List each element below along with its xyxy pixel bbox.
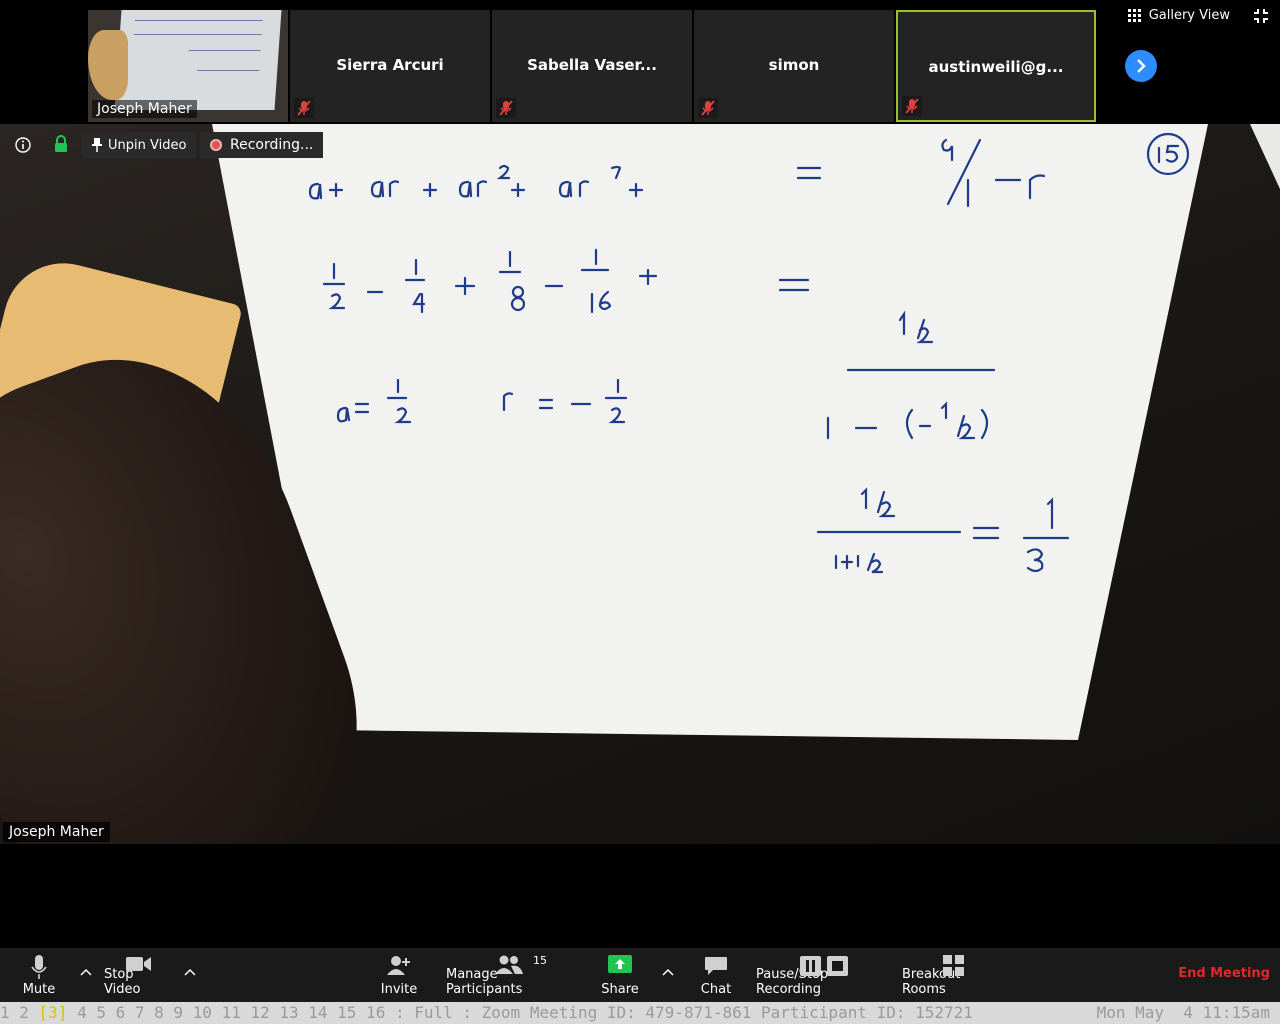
add-person-icon — [387, 956, 410, 975]
muted-mic-icon — [496, 98, 516, 118]
pause-stop-recording-button[interactable]: Pause/Stop Recording — [756, 948, 892, 1002]
thumbnail-paper — [114, 10, 282, 110]
breakout-rooms-icon — [943, 955, 964, 976]
window-list-before: 1 2 — [0, 1003, 39, 1022]
fullscreen-icon[interactable] — [1254, 9, 1268, 23]
share-button[interactable]: Share — [598, 948, 642, 1002]
chat-bubble-icon — [705, 957, 727, 975]
record-dot-icon — [210, 139, 222, 151]
grid-icon — [1127, 9, 1141, 22]
breakout-rooms-button[interactable]: Breakout Rooms — [902, 948, 1006, 1002]
participants-icon — [495, 955, 523, 974]
stop-video-button[interactable]: Stop Video — [104, 948, 174, 1002]
participant-tile[interactable]: simon — [694, 10, 894, 122]
chevron-right-icon — [1137, 59, 1146, 73]
manage-participants-button[interactable]: 15 Manage Participants — [446, 948, 572, 1002]
participant-filmstrip: Joseph Maher Sierra Arcuri Sabella Vaser… — [0, 0, 1280, 124]
share-label: Share — [601, 982, 639, 997]
video-camera-icon — [126, 957, 151, 971]
share-screen-icon — [608, 955, 632, 973]
chevron-up-icon[interactable] — [662, 968, 674, 976]
meeting-controls: Mute Stop Video Invite 15 Manage Partici… — [0, 948, 1280, 1002]
end-meeting-button[interactable]: End Meeting — [1178, 966, 1270, 981]
participant-name: Sabella Vaser... — [527, 56, 657, 74]
participant-name: austinweili@g... — [928, 58, 1064, 76]
terminal-status-bar: 1 2 [3] 4 5 6 7 8 9 10 11 12 13 14 15 16… — [0, 1002, 1280, 1024]
unpin-video-button[interactable]: Unpin Video — [82, 132, 197, 158]
thumbnail-name: Joseph Maher — [92, 100, 197, 118]
recording-indicator[interactable]: Recording... — [200, 132, 324, 158]
participant-tile-active[interactable]: austinweili@g... — [896, 10, 1096, 122]
gallery-view-label: Gallery View — [1148, 8, 1230, 23]
participant-name: Sierra Arcuri — [336, 56, 444, 74]
microphone-icon — [31, 955, 47, 979]
next-page-button[interactable] — [1125, 50, 1157, 82]
participant-tile[interactable]: Sabella Vaser... — [492, 10, 692, 122]
participant-count-badge: 15 — [533, 954, 547, 967]
pin-icon — [92, 138, 102, 152]
mute-label: Mute — [22, 982, 56, 997]
pause-stop-icon — [800, 956, 848, 976]
current-window[interactable]: [3] — [39, 1003, 68, 1022]
muted-mic-icon — [698, 98, 718, 118]
chat-label: Chat — [700, 982, 732, 997]
video-info-bar: Unpin Video Recording... — [0, 124, 340, 164]
info-icon[interactable] — [14, 136, 32, 154]
thumbnail-hand — [88, 30, 128, 100]
speaker-name-label: Joseph Maher — [3, 822, 110, 842]
chevron-up-icon[interactable] — [184, 968, 196, 976]
muted-mic-icon — [294, 98, 314, 118]
invite-label: Invite — [380, 982, 418, 997]
unpin-video-label: Unpin Video — [108, 137, 187, 153]
encryption-lock-icon[interactable] — [53, 135, 69, 153]
main-video — [0, 124, 1280, 844]
chevron-up-icon[interactable] — [80, 968, 92, 976]
mute-button[interactable]: Mute — [14, 948, 64, 1002]
invite-button[interactable]: Invite — [376, 948, 422, 1002]
participant-name: simon — [768, 56, 820, 74]
recording-label: Recording... — [230, 137, 314, 153]
chat-button[interactable]: Chat — [696, 948, 736, 1002]
participant-tile[interactable]: Sierra Arcuri — [290, 10, 490, 122]
gallery-view-button[interactable]: Gallery View — [1127, 8, 1230, 23]
window-list-after: 4 5 6 7 8 9 10 11 12 13 14 15 16 : Full … — [67, 1003, 973, 1022]
status-clock: Mon May 4 11:15am — [1096, 1003, 1270, 1022]
muted-mic-icon — [902, 96, 922, 116]
